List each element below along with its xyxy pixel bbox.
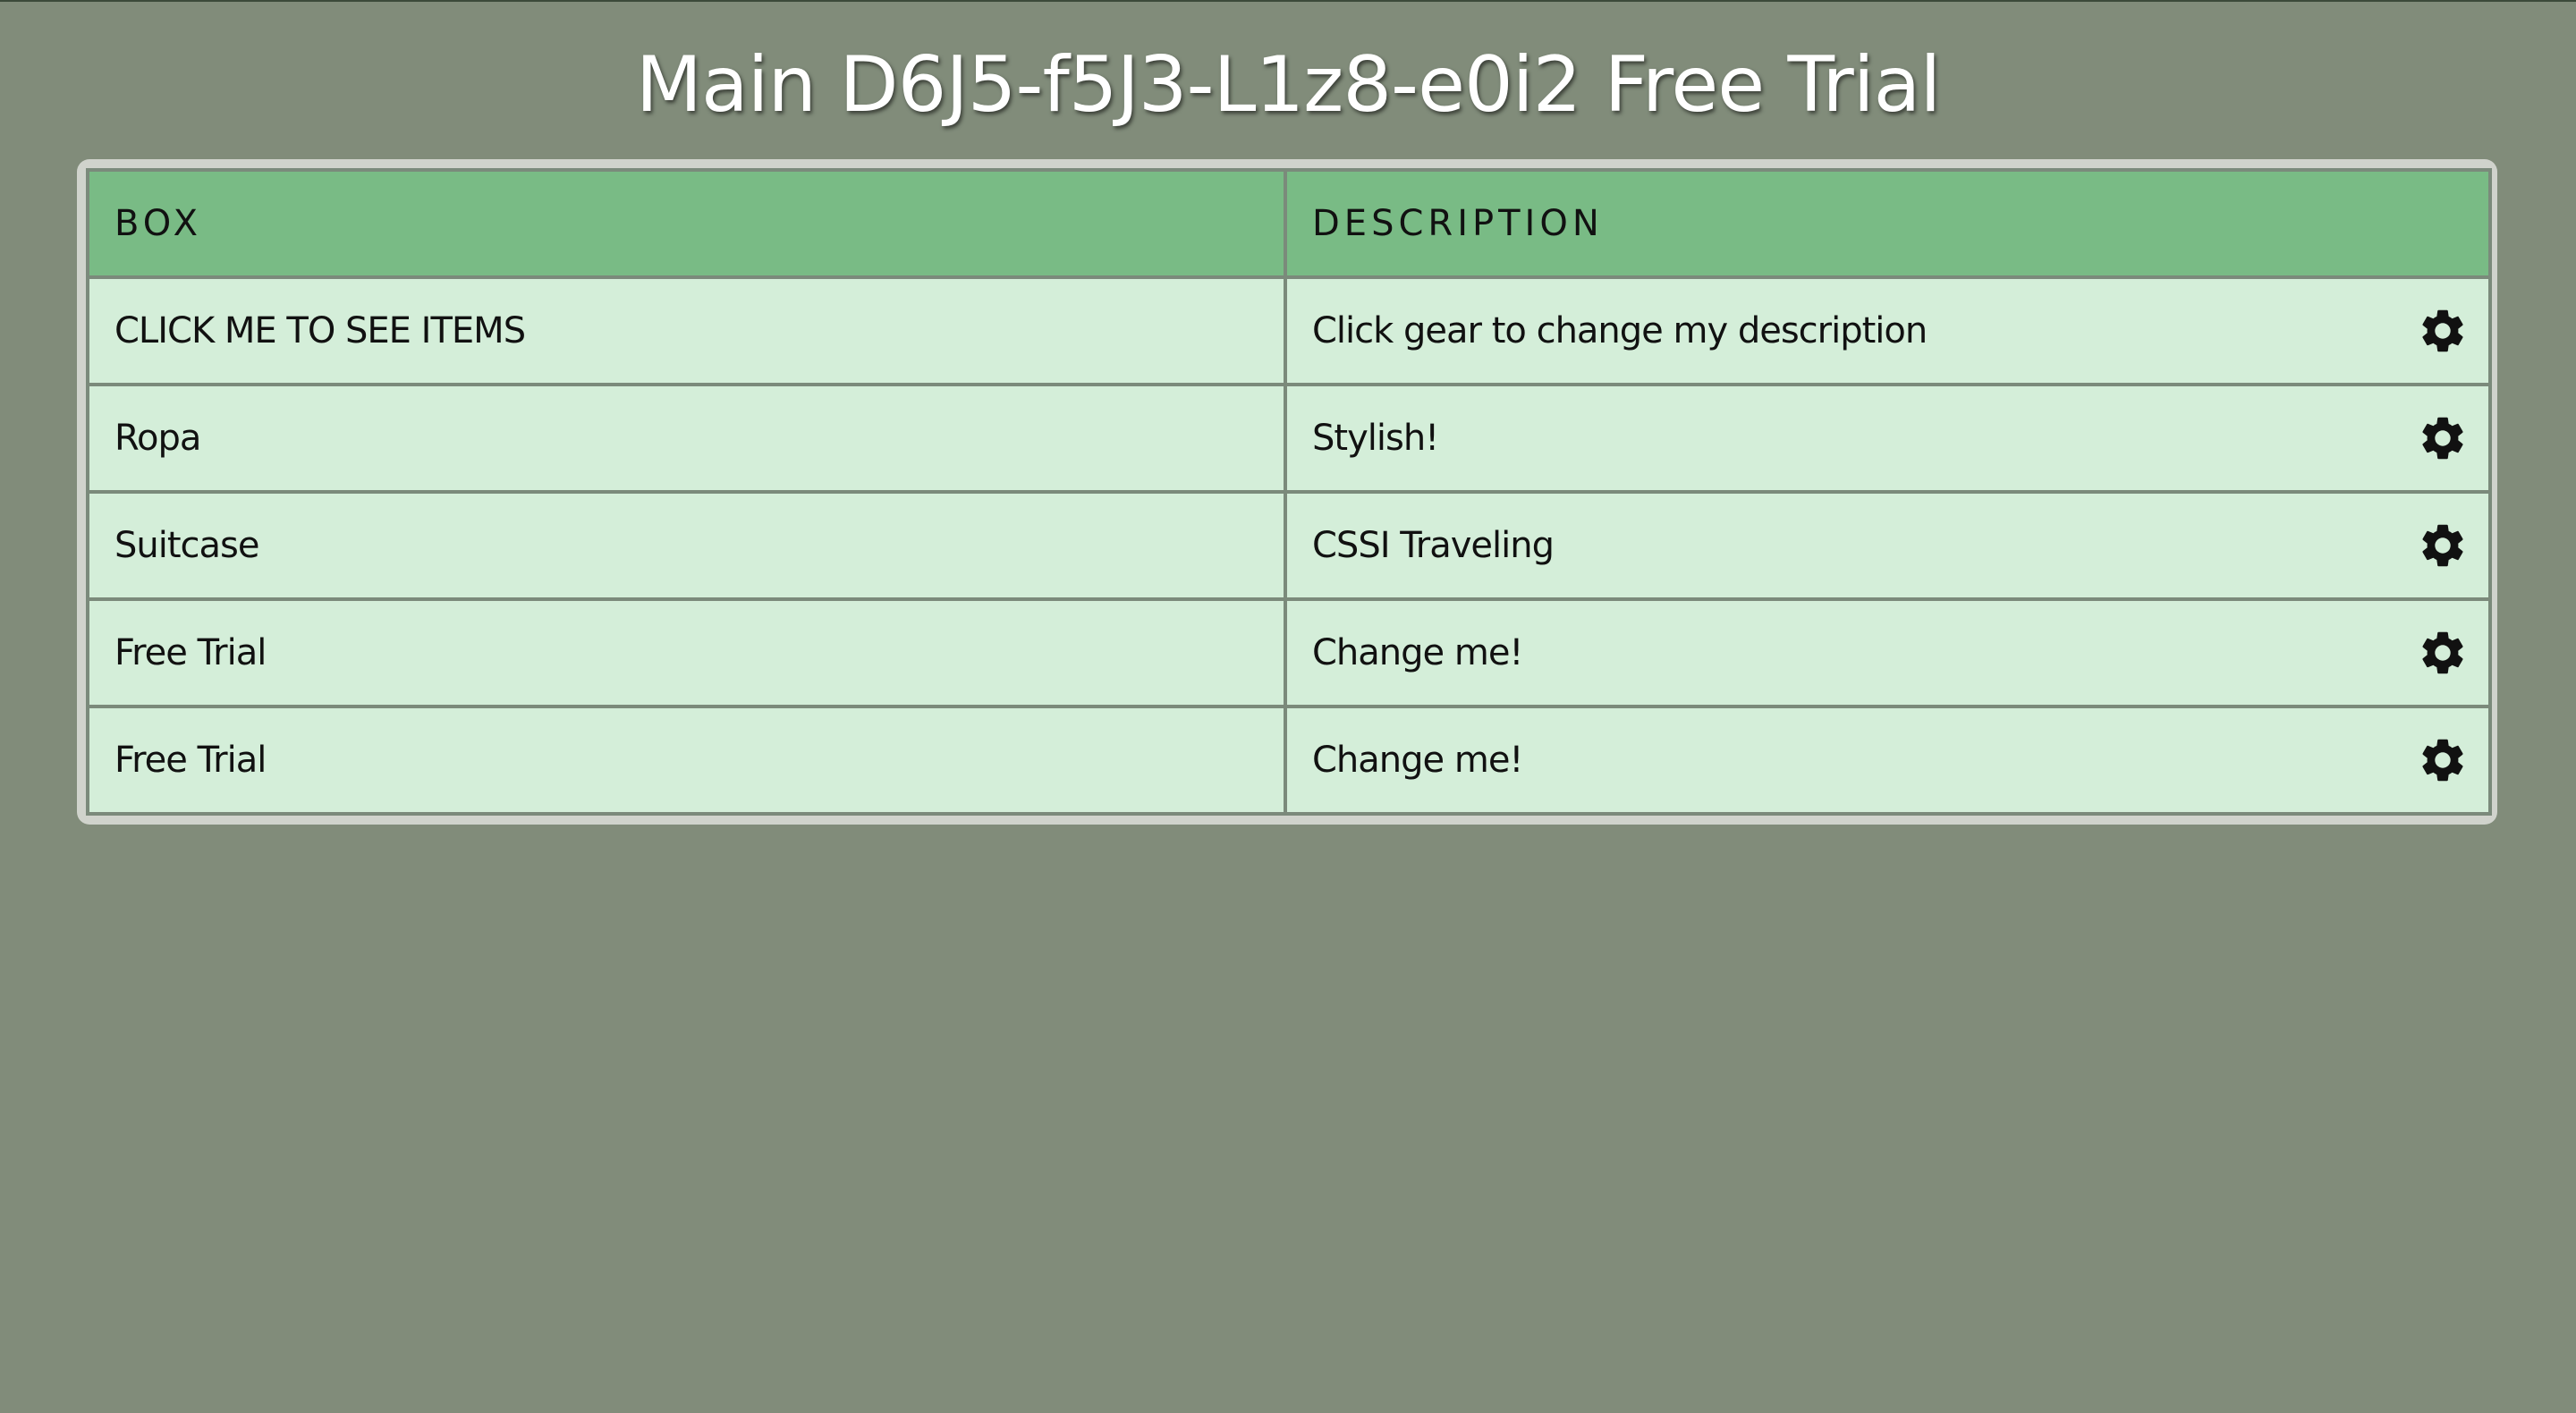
box-name-cell[interactable]: CLICK ME TO SEE ITEMS (86, 275, 1287, 386)
table-row: CLICK ME TO SEE ITEMS Click gear to chan… (86, 275, 2492, 386)
gear-icon[interactable] (2417, 627, 2469, 679)
gear-icon[interactable] (2417, 305, 2469, 357)
table-row: Suitcase CSSI Traveling (86, 490, 2492, 601)
box-name-cell[interactable]: Free Trial (86, 597, 1287, 708)
description-cell: CSSI Traveling (1284, 490, 2492, 601)
table-frame: BOX DESCRIPTION CLICK ME TO SEE ITEMS Cl… (77, 159, 2497, 825)
gear-icon[interactable] (2417, 520, 2469, 571)
description-cell: Change me! (1284, 597, 2492, 708)
boxes-table: BOX DESCRIPTION CLICK ME TO SEE ITEMS Cl… (86, 168, 2492, 816)
column-header-box: BOX (86, 168, 1287, 279)
box-name-cell[interactable]: Ropa (86, 383, 1287, 494)
table-row: Free Trial Change me! (86, 705, 2492, 816)
description-text: Change me! (1312, 632, 1523, 673)
table-row: Free Trial Change me! (86, 597, 2492, 708)
description-cell: Change me! (1284, 705, 2492, 816)
box-name-cell[interactable]: Free Trial (86, 705, 1287, 816)
column-header-description: DESCRIPTION (1284, 168, 2492, 279)
gear-icon[interactable] (2417, 412, 2469, 464)
description-text: CSSI Traveling (1312, 525, 1555, 566)
description-text: Click gear to change my description (1312, 310, 1928, 351)
description-cell: Stylish! (1284, 383, 2492, 494)
box-name-cell[interactable]: Suitcase (86, 490, 1287, 601)
page-title: Main D6J5-f5J3-L1z8-e0i2 Free Trial (635, 40, 1941, 130)
description-cell: Click gear to change my description (1284, 275, 2492, 386)
description-text: Stylish! (1312, 418, 1439, 459)
gear-icon[interactable] (2417, 734, 2469, 786)
description-text: Change me! (1312, 740, 1523, 781)
table-row: Ropa Stylish! (86, 383, 2492, 494)
table-header-row: BOX DESCRIPTION (86, 168, 2492, 279)
